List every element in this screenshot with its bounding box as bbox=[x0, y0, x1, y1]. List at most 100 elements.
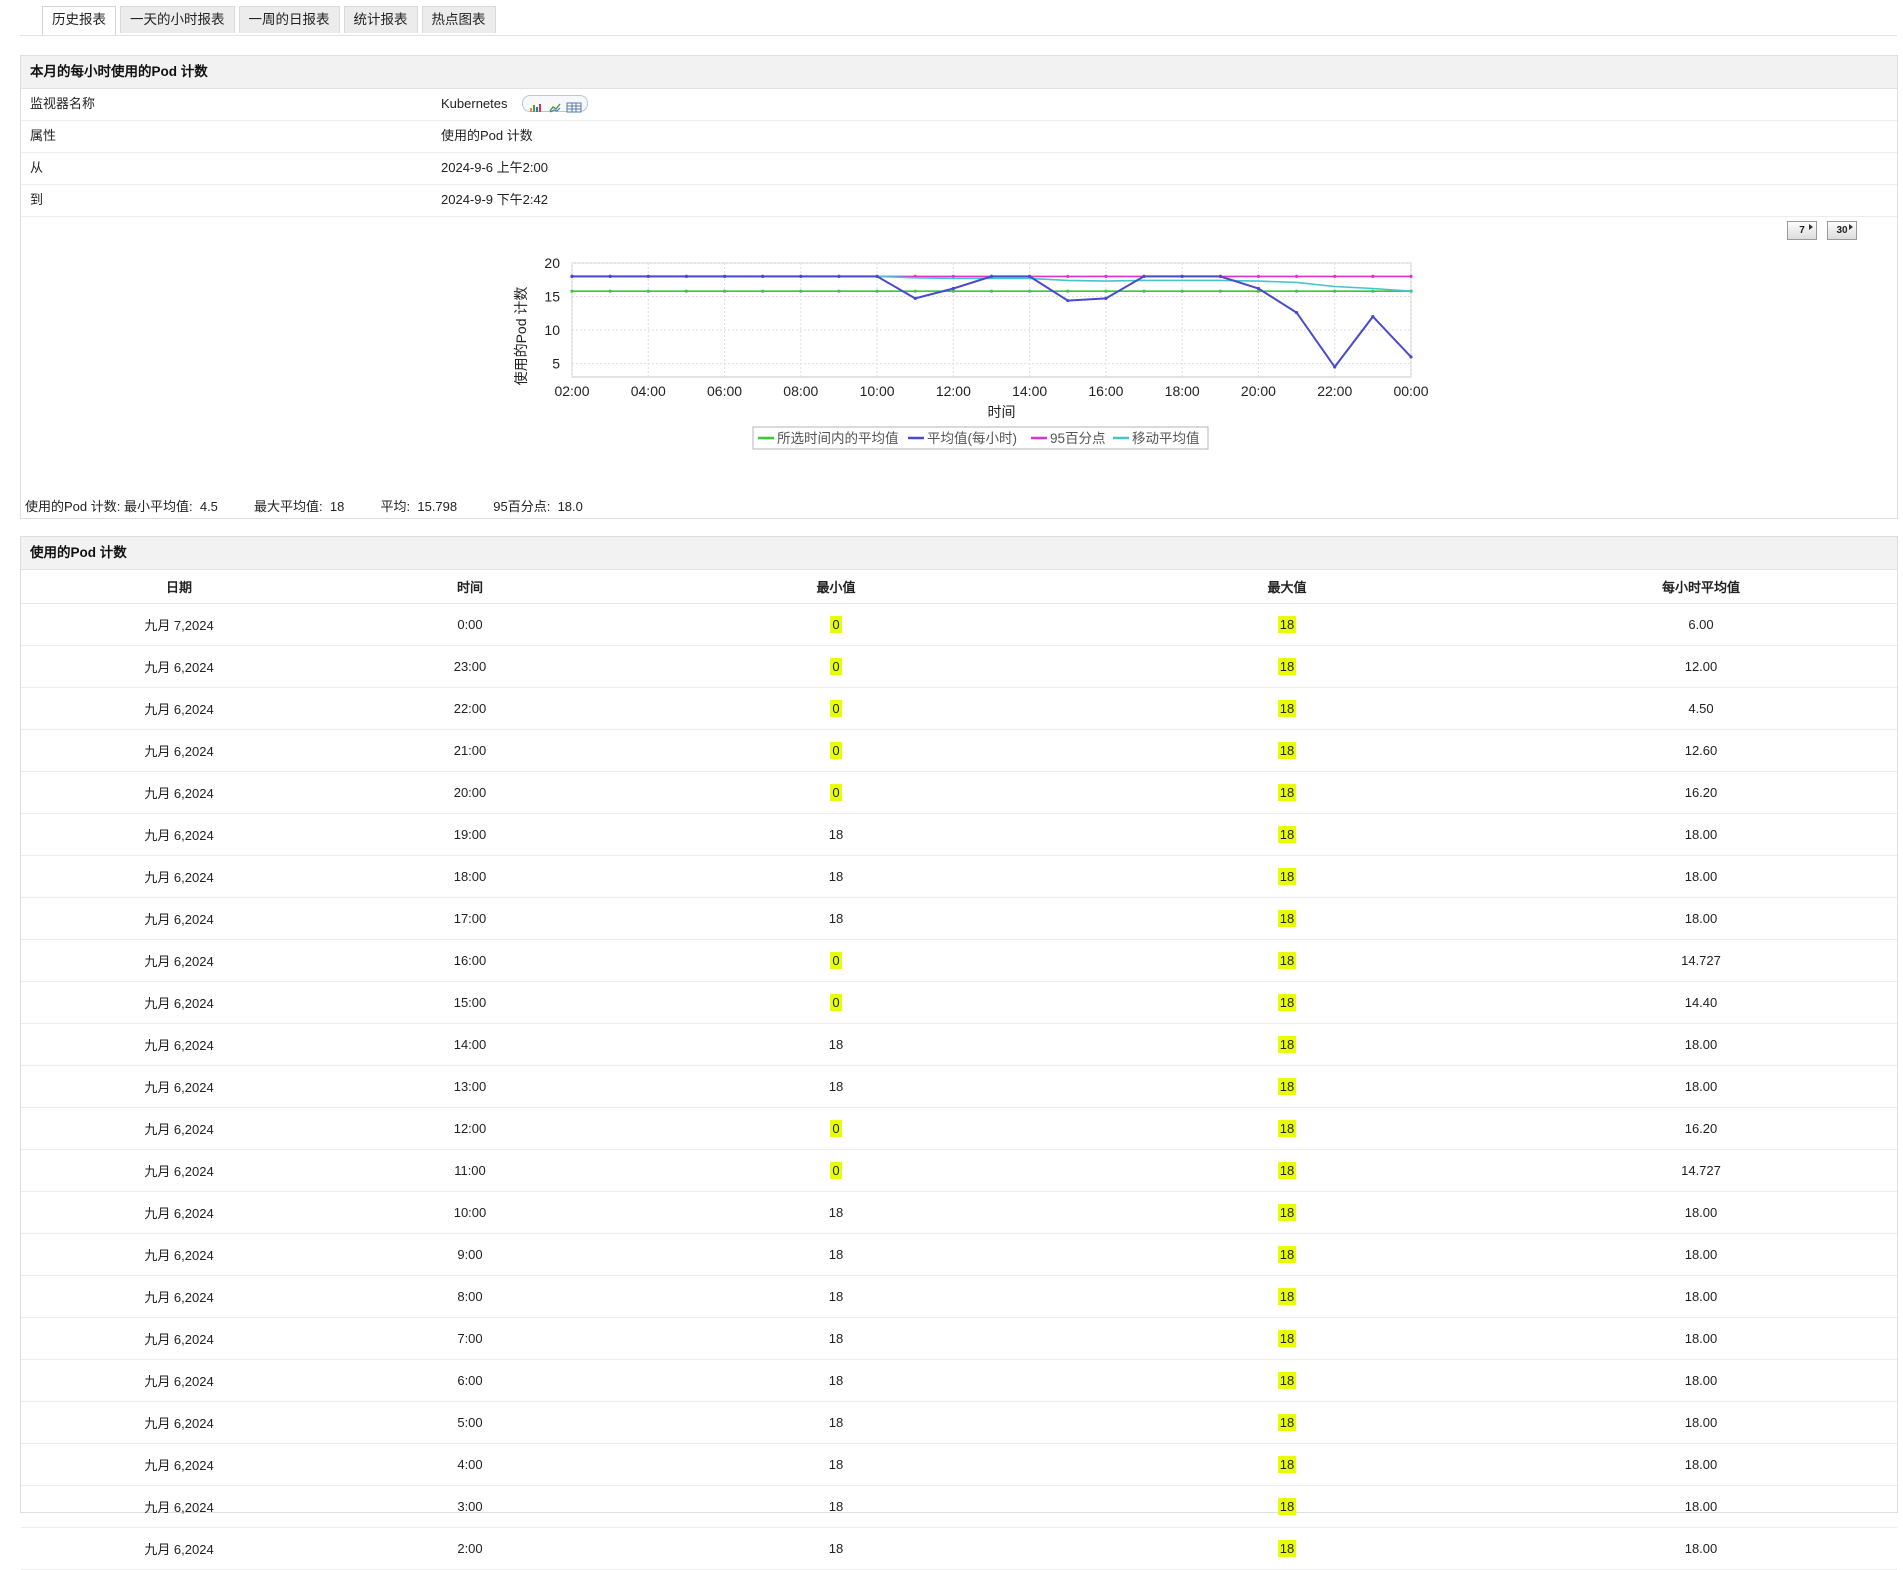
legend-entry[interactable]: 95百分点 bbox=[1050, 431, 1106, 446]
cell-date-value: 九月 6,2024 bbox=[144, 954, 214, 969]
series-point-1 bbox=[1180, 274, 1184, 279]
table-title: 使用的Pod 计数 bbox=[21, 537, 1897, 570]
tab-daily-hourly-report[interactable]: 一天的小时报表 bbox=[120, 6, 235, 33]
cell-time: 21:00 bbox=[337, 729, 603, 772]
cell-date-value: 九月 6,2024 bbox=[144, 1332, 214, 1347]
cell-max-value: 18 bbox=[1277, 1456, 1297, 1473]
cell-date: 九月 6,2024 bbox=[21, 1107, 337, 1150]
plot-area bbox=[571, 262, 1412, 378]
cell-min: 0 bbox=[603, 1107, 1069, 1150]
stats-label: 使用的Pod 计数: bbox=[25, 499, 121, 514]
y-tick-label: 15 bbox=[544, 289, 560, 305]
table-row: 九月 6,2024 8:00 18 18 18.00 bbox=[21, 1275, 1897, 1318]
series-point-1 bbox=[1066, 298, 1070, 303]
info-row-to: 到 2024-9-9 下午2:42 bbox=[21, 185, 1897, 217]
cell-hourly-avg: 14.727 bbox=[1505, 939, 1897, 982]
info-key: 属性 bbox=[30, 128, 57, 143]
cell-time: 23:00 bbox=[337, 645, 603, 688]
cell-date-value: 九月 6,2024 bbox=[144, 996, 214, 1011]
cell-max: 18 bbox=[1069, 981, 1505, 1024]
x-tick-label: 12:00 bbox=[936, 383, 971, 399]
table-row: 九月 6,2024 22:00 0 18 4.50 bbox=[21, 687, 1897, 730]
legend-entry[interactable]: 平均值(每小时) bbox=[927, 431, 1017, 446]
series-point-2 bbox=[1371, 274, 1375, 279]
cell-max-value: 18 bbox=[1277, 1120, 1297, 1137]
cell-min: 18 bbox=[603, 1233, 1069, 1276]
series-point-0 bbox=[722, 289, 727, 293]
cell-max: 18 bbox=[1069, 1191, 1505, 1234]
cell-min-value: 0 bbox=[830, 952, 842, 969]
cell-date: 九月 6,2024 bbox=[21, 1485, 337, 1528]
column-header-max[interactable]: 最大值 bbox=[1069, 570, 1505, 604]
series-point-2 bbox=[1066, 274, 1070, 279]
report-tabs: 历史报表 一天的小时报表 一周的日报表 统计报表 热点图表 bbox=[42, 6, 496, 36]
cell-time: 13:00 bbox=[337, 1065, 603, 1108]
tab-history-report[interactable]: 历史报表 bbox=[42, 6, 116, 36]
cell-min: 18 bbox=[603, 1065, 1069, 1108]
cell-max: 18 bbox=[1069, 1527, 1505, 1570]
cell-min: 0 bbox=[603, 981, 1069, 1024]
x-tick-label: 20:00 bbox=[1241, 383, 1276, 399]
cell-max-value: 18 bbox=[1277, 1540, 1297, 1557]
column-header-date[interactable]: 日期 bbox=[21, 570, 337, 604]
cell-time: 14:00 bbox=[337, 1023, 603, 1066]
series-point-0 bbox=[684, 289, 689, 293]
cell-date-value: 九月 6,2024 bbox=[144, 1122, 214, 1137]
legend-entry[interactable]: 移动平均值 bbox=[1132, 431, 1200, 446]
cell-date-value: 九月 7,2024 bbox=[144, 618, 214, 633]
cell-hourly-avg: 18.00 bbox=[1505, 855, 1897, 898]
legend-entry[interactable]: 所选时间内的平均值 bbox=[777, 431, 899, 446]
column-header-hourly-avg[interactable]: 每小时平均值 bbox=[1505, 570, 1897, 604]
series-point-0 bbox=[913, 289, 917, 293]
cell-hourly-avg-value: 16.20 bbox=[1684, 1121, 1718, 1136]
cell-max: 18 bbox=[1069, 939, 1505, 982]
tab-statistics-report[interactable]: 统计报表 bbox=[343, 6, 418, 33]
cell-max-value: 18 bbox=[1277, 784, 1297, 801]
x-tick-label: 08:00 bbox=[783, 383, 818, 399]
x-tick-label: 04:00 bbox=[631, 383, 666, 399]
table-row: 九月 6,2024 9:00 18 18 18.00 bbox=[21, 1233, 1897, 1276]
column-header-time[interactable]: 时间 bbox=[337, 570, 603, 604]
cell-hourly-avg: 16.20 bbox=[1505, 771, 1897, 814]
cell-min: 18 bbox=[603, 855, 1069, 898]
cell-max: 18 bbox=[1069, 1401, 1505, 1444]
x-tick-label: 14:00 bbox=[1012, 383, 1047, 399]
cell-max: 18 bbox=[1069, 729, 1505, 772]
cell-max-value: 18 bbox=[1277, 658, 1297, 675]
series-point-2 bbox=[1104, 274, 1108, 279]
cell-min: 0 bbox=[603, 687, 1069, 730]
table-row: 九月 6,2024 3:00 18 18 18.00 bbox=[21, 1485, 1897, 1528]
cell-time: 10:00 bbox=[337, 1191, 603, 1234]
monitor-name: Kubernetes bbox=[441, 96, 508, 111]
cell-min-value: 18 bbox=[828, 1289, 844, 1304]
cell-date-value: 九月 6,2024 bbox=[144, 1374, 214, 1389]
cell-hourly-avg-value: 12.60 bbox=[1684, 743, 1718, 758]
cell-max: 18 bbox=[1069, 603, 1505, 646]
cell-min: 18 bbox=[603, 813, 1069, 856]
cell-max-value: 18 bbox=[1277, 826, 1297, 843]
series-point-1 bbox=[1104, 296, 1108, 300]
cell-max: 18 bbox=[1069, 1149, 1505, 1192]
monitor-view-icons[interactable] bbox=[521, 95, 588, 113]
cell-max-value: 18 bbox=[1277, 1330, 1297, 1347]
series-point-1 bbox=[570, 274, 574, 279]
series-point-2 bbox=[1333, 274, 1337, 279]
cell-min-value: 18 bbox=[828, 827, 844, 842]
x-tick-label: 22:00 bbox=[1317, 383, 1352, 399]
cell-date-value: 九月 6,2024 bbox=[144, 912, 214, 927]
series-point-0 bbox=[875, 289, 879, 293]
cell-date: 九月 6,2024 bbox=[21, 981, 337, 1024]
cell-min: 0 bbox=[603, 939, 1069, 982]
tab-heatmap-chart[interactable]: 热点图表 bbox=[421, 6, 496, 33]
tab-weekly-daily-report[interactable]: 一周的日报表 bbox=[238, 6, 340, 33]
cell-time-value: 5:00 bbox=[457, 1415, 483, 1430]
table-row: 九月 6,2024 23:00 0 18 12.00 bbox=[21, 645, 1897, 688]
pod-count-table: 日期 时间 最小值 最大值 每小时平均值 九月 7,2024 0:00 0 18 6.0… bbox=[21, 570, 1897, 1570]
table-row: 九月 6,2024 10:00 18 18 18.00 bbox=[21, 1191, 1897, 1234]
cell-hourly-avg-value: 18.00 bbox=[1684, 869, 1718, 884]
x-axis-label: 时间 bbox=[988, 404, 1016, 420]
column-header-min[interactable]: 最小值 bbox=[603, 570, 1069, 604]
min-avg-value: 4.5 bbox=[199, 499, 218, 514]
cell-time-value: 16:00 bbox=[453, 953, 487, 968]
cell-hourly-avg-value: 18.00 bbox=[1684, 1037, 1718, 1052]
